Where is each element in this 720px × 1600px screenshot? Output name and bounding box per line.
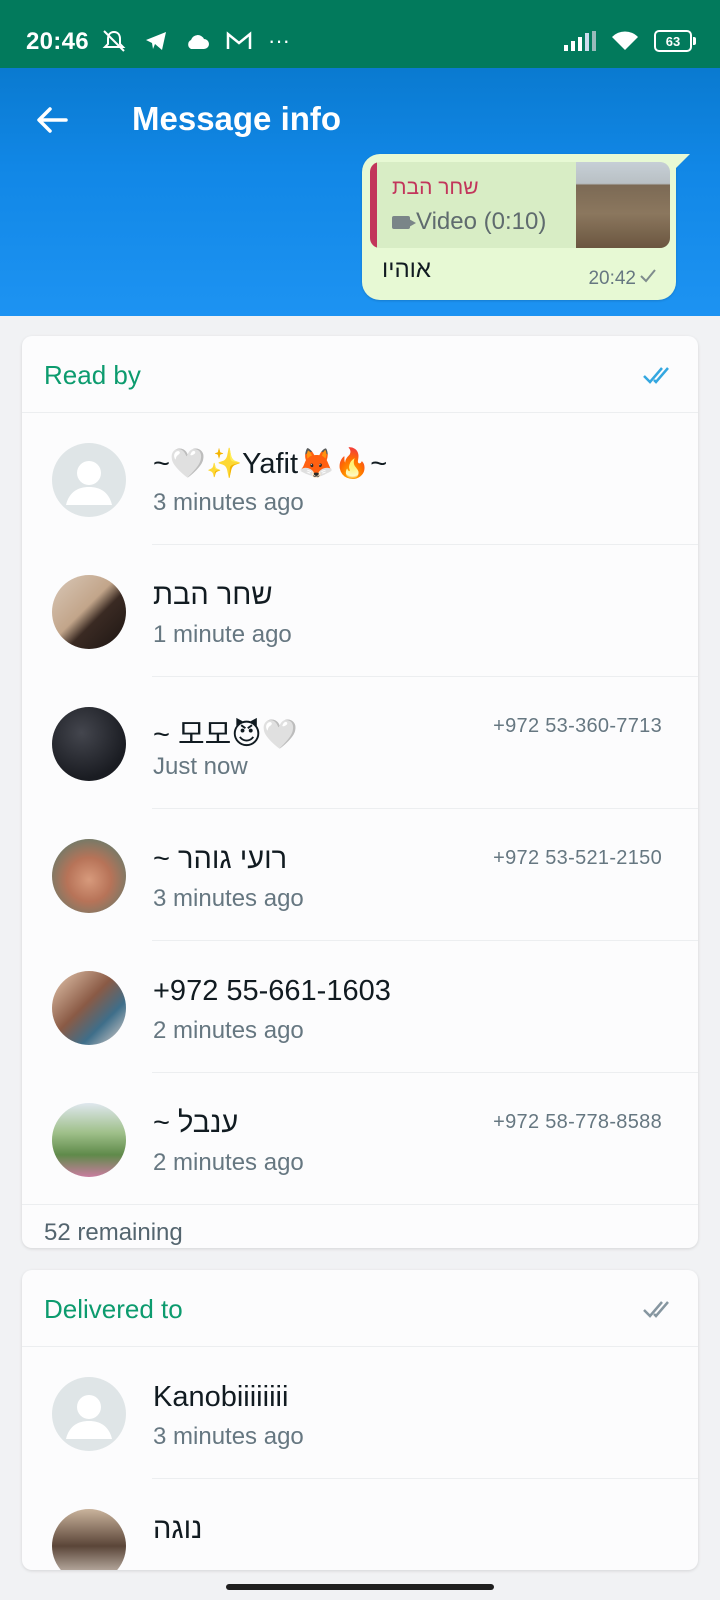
telegram-icon xyxy=(146,32,166,50)
status-bar: 20:46 ··· 63 xyxy=(0,0,720,68)
read-time: 2 minutes ago xyxy=(153,1149,304,1176)
status-right-icons: 63 xyxy=(564,30,696,52)
contact-name: +972 55-661-1603 xyxy=(153,975,391,1007)
contact-phone: +972 58-778-8588 xyxy=(493,1111,662,1133)
read-by-row[interactable]: +972 55-661-1603 2 minutes ago xyxy=(22,941,698,1073)
read-by-row[interactable]: ~ ענבל 2 minutes ago +972 58-778-8588 xyxy=(22,1073,698,1205)
read-by-row[interactable]: ~ 모모😈🤍 Just now +972 53-360-7713 xyxy=(22,677,698,809)
read-time: 2 minutes ago xyxy=(153,1017,304,1044)
contact-name: Kanobiiiiiiii xyxy=(153,1381,289,1413)
more-icon: ··· xyxy=(268,28,290,53)
remaining-count[interactable]: 52 remaining xyxy=(22,1205,698,1248)
quoted-type-label: Video (0:10) xyxy=(416,208,547,235)
contact-name: ~🤍✨Yafit🦊🔥~ xyxy=(153,448,388,480)
wifi-icon xyxy=(612,31,638,50)
delivered-to-header: Delivered to xyxy=(22,1270,698,1347)
battery-level: 63 xyxy=(665,33,681,49)
message-text: אוהיו xyxy=(382,256,431,283)
contact-name: ~ רועי גוהר xyxy=(153,843,288,875)
avatar xyxy=(52,575,126,649)
contact-name: נוגה xyxy=(153,1513,203,1545)
read-time: Just now xyxy=(153,753,248,780)
mute-icon xyxy=(102,30,126,52)
avatar xyxy=(52,707,126,781)
delivered-row[interactable]: Kanobiiiiiiii 3 minutes ago xyxy=(22,1347,698,1479)
contact-phone: +972 53-521-2150 xyxy=(493,847,662,869)
default-avatar-icon xyxy=(52,1377,126,1451)
header: Message info שחר הבת Video (0:10) אוהיו … xyxy=(0,68,720,316)
gmail-icon xyxy=(226,31,252,49)
status-time: 20:46 xyxy=(26,28,89,55)
battery-icon: 63 xyxy=(654,30,696,52)
back-arrow-icon[interactable] xyxy=(32,100,72,140)
contact-name: ~ 모모😈🤍 xyxy=(153,719,298,751)
avatar xyxy=(52,1509,126,1570)
message-time: 20:42 xyxy=(588,268,636,289)
quoted-sender: שחר הבת xyxy=(392,176,479,199)
signal-icon xyxy=(564,31,596,51)
read-by-card: Read by ~🤍✨Yafit🦊🔥~ 3 minutes ago שחר הב… xyxy=(22,336,698,1248)
delivered-row[interactable]: נוגה xyxy=(22,1479,698,1570)
read-by-label: Read by xyxy=(44,360,141,390)
contact-name: שחר הבת xyxy=(153,579,273,611)
read-by-row[interactable]: ~ רועי גוהר 3 minutes ago +972 53-521-21… xyxy=(22,809,698,941)
read-time: 3 minutes ago xyxy=(153,885,304,912)
message-bubble[interactable]: שחר הבת Video (0:10) אוהיו 20:42 xyxy=(362,154,690,300)
contact-phone: +972 53-360-7713 xyxy=(493,715,662,737)
blue-double-check-icon xyxy=(643,367,669,384)
quoted-type: Video (0:10) xyxy=(392,208,546,236)
gesture-nav-bar[interactable] xyxy=(226,1584,494,1590)
cloud-icon xyxy=(188,35,209,49)
avatar xyxy=(52,839,126,913)
avatar xyxy=(52,971,126,1045)
read-by-header: Read by xyxy=(22,336,698,413)
status-left-icons: ··· xyxy=(100,28,290,54)
avatar xyxy=(52,1103,126,1177)
read-by-row[interactable]: ~🤍✨Yafit🦊🔥~ 3 minutes ago xyxy=(22,413,698,545)
video-camera-icon xyxy=(392,215,416,229)
grey-double-check-icon xyxy=(643,1301,669,1318)
delivered-to-label: Delivered to xyxy=(44,1294,183,1324)
read-time: 1 minute ago xyxy=(153,621,292,648)
page-title: Message info xyxy=(132,100,342,137)
sent-check-icon xyxy=(640,269,656,283)
quote-bar xyxy=(370,162,377,248)
video-thumbnail xyxy=(576,162,670,248)
read-by-row[interactable]: שחר הבת 1 minute ago xyxy=(22,545,698,677)
default-avatar-icon xyxy=(52,443,126,517)
read-time: 3 minutes ago xyxy=(153,489,304,516)
contact-name: ~ ענבל xyxy=(153,1107,239,1139)
delivered-to-card: Delivered to Kanobiiiiiiii 3 minutes ago… xyxy=(22,1270,698,1570)
quoted-message[interactable]: שחר הבת Video (0:10) xyxy=(370,162,670,248)
remaining-label: 52 remaining xyxy=(44,1219,183,1246)
delivered-time: 3 minutes ago xyxy=(153,1423,304,1450)
